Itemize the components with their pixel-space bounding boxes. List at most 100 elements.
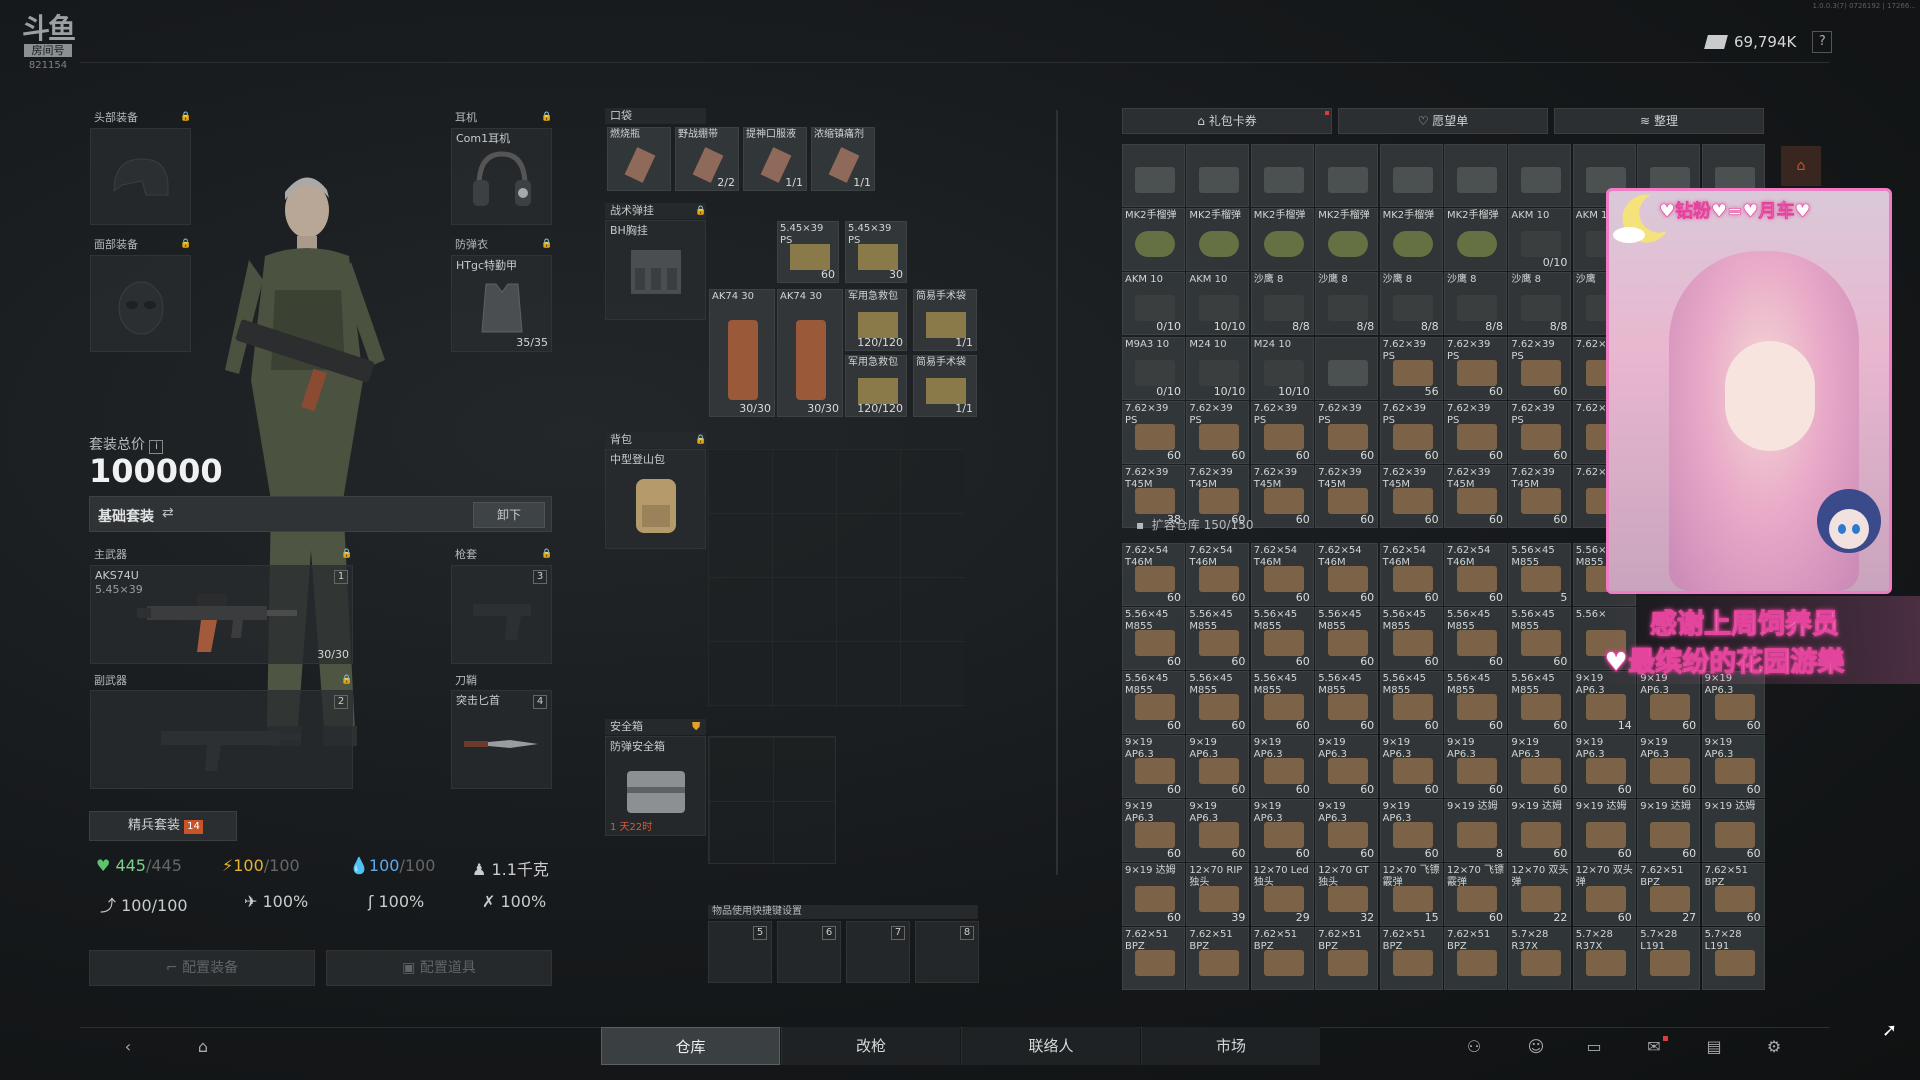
stash-cell[interactable]: 7.62×39 PS 60: [1186, 400, 1250, 464]
stash-cell[interactable]: 12×70 双头 弹 60: [1572, 863, 1636, 926]
backpack-grid[interactable]: [708, 449, 964, 707]
mail-icon[interactable]: ✉: [1642, 1036, 1668, 1058]
rig-cell[interactable]: 军用急救包 120/120: [845, 289, 907, 351]
armor-slot[interactable]: HTgc特勤甲 35/35: [451, 255, 552, 352]
quickbar-slot[interactable]: 8: [915, 921, 979, 983]
stash-cell[interactable]: 7.62×39 PS 60: [1508, 336, 1572, 400]
stash-cell[interactable]: 9×19 AP6.360: [1572, 735, 1636, 798]
stash-cell[interactable]: 7.62×51 BPZ: [1444, 927, 1507, 990]
stash-cell[interactable]: 7.62×54 T46M 60: [1186, 543, 1250, 606]
stash-cell[interactable]: 5.56×45 M855 60: [1122, 671, 1185, 734]
headset-slot[interactable]: Com1耳机: [451, 128, 552, 225]
stash-cell[interactable]: 5.56×45 M855 60: [1250, 607, 1314, 670]
home-icon[interactable]: ⌂: [191, 1036, 215, 1058]
stash-cell[interactable]: 5.7×28 L191: [1701, 927, 1765, 990]
stash-cell[interactable]: [1508, 144, 1572, 207]
stash-cell[interactable]: 7.62×54 T46M 60: [1379, 543, 1443, 606]
melee-slot[interactable]: 突击匕首 4: [451, 690, 552, 789]
stash-cell[interactable]: MK2手榴弹: [1315, 208, 1379, 272]
stash-cell[interactable]: 7.62×51 BPZ: [1315, 927, 1379, 990]
stash-cell[interactable]: 9×19 AP6.360: [1508, 735, 1572, 798]
stash-cell[interactable]: 7.62×51 BPZ: [1379, 927, 1443, 990]
nav-tab[interactable]: 改枪: [781, 1027, 960, 1065]
stash-cell[interactable]: MK2手榴弹: [1186, 208, 1250, 272]
gift-card-tab[interactable]: ⌂ 礼包卡券: [1122, 108, 1332, 134]
head-slot[interactable]: [90, 128, 191, 225]
stash-cell[interactable]: 9×19 AP6.360: [1315, 799, 1379, 862]
stash-cell[interactable]: AKM 10 10/10: [1186, 272, 1250, 336]
stash-cell[interactable]: 7.62×39 PS 60: [1444, 336, 1507, 400]
stash-cell[interactable]: MK2手榴弹: [1250, 208, 1314, 272]
friends-icon[interactable]: ⚇: [1462, 1036, 1486, 1058]
rig-slot[interactable]: BH胸挂: [605, 220, 706, 320]
quickbar-slot[interactable]: 5: [708, 921, 772, 983]
kit-selector[interactable]: 基础套装 ⇄ 卸下: [89, 496, 552, 532]
stash-cell[interactable]: 9×19 AP6.360: [1701, 735, 1765, 798]
stash-cell[interactable]: [1315, 144, 1379, 207]
rig-cell[interactable]: 5.45×39 PS 30: [845, 221, 907, 283]
stash-cell[interactable]: 5.56×45 M855 60: [1444, 671, 1507, 734]
pocket-slot[interactable]: 提神口服液 1/1: [743, 127, 807, 191]
stash-cell[interactable]: 9×19 AP6.360: [1186, 799, 1250, 862]
back-arrow-icon[interactable]: ‹: [116, 1036, 140, 1058]
rig-cell[interactable]: 5.45×39 PS 60: [777, 221, 839, 283]
secure-container-slot[interactable]: 防弹安全箱 1 天22时: [605, 736, 706, 836]
stash-cell[interactable]: [1379, 144, 1443, 207]
stash-cell[interactable]: MK2手榴弹: [1122, 208, 1185, 272]
stash-cell[interactable]: 沙鹰 8 8/8: [1379, 272, 1443, 336]
rig-cell[interactable]: 简易手术袋 1/1: [913, 289, 977, 351]
stash-cell[interactable]: AKM 10 0/10: [1508, 208, 1572, 272]
stash-cell[interactable]: MK2手榴弹: [1379, 208, 1443, 272]
notes-icon[interactable]: ▤: [1702, 1036, 1726, 1058]
scrollbar[interactable]: [1056, 110, 1058, 875]
help-button[interactable]: ?: [1812, 31, 1833, 53]
stash-cell[interactable]: [1315, 336, 1379, 400]
stash-cell[interactable]: 9×19 AP6.360: [1444, 735, 1507, 798]
stash-cell[interactable]: 5.56×45 M855 60: [1379, 671, 1443, 734]
stash-cell[interactable]: 5.56×45 M855 60: [1315, 607, 1379, 670]
rig-cell[interactable]: AK74 30 30/30: [777, 289, 843, 417]
stash-cell[interactable]: 9×19 AP6.360: [1122, 799, 1185, 862]
stash-cell[interactable]: [1122, 144, 1185, 207]
stash-cell[interactable]: 沙鹰 8 8/8: [1444, 272, 1507, 336]
stash-cell[interactable]: 5.7×28 R37X: [1508, 927, 1572, 990]
stash-cell[interactable]: 9×19 AP6.360: [1379, 735, 1443, 798]
stash-cell[interactable]: 7.62×39 PS 56: [1379, 336, 1443, 400]
stash-cell[interactable]: 7.62×51 BPZ: [1250, 927, 1314, 990]
profile-icon[interactable]: ☺: [1524, 1036, 1548, 1058]
stash-cell[interactable]: 7.62×51 BPZ: [1122, 927, 1185, 990]
stash-cell[interactable]: M24 10 10/10: [1186, 336, 1250, 400]
holster-slot[interactable]: 3: [451, 565, 552, 664]
stash-cell[interactable]: 7.62×39 PS 60: [1379, 400, 1443, 464]
quickbar-slot[interactable]: 6: [777, 921, 841, 983]
stash-cell[interactable]: 7.62×54 T46M 60: [1315, 543, 1379, 606]
side-panel-button[interactable]: ⌂: [1781, 146, 1821, 186]
stash-cell[interactable]: 5.56×45 M855 60: [1508, 607, 1572, 670]
stash-cell[interactable]: 7.62×39 PS 60: [1122, 400, 1185, 464]
wishlist-tab[interactable]: ♡ 愿望单: [1338, 108, 1548, 134]
stash-cell[interactable]: AKM 10 0/10: [1122, 272, 1185, 336]
stash-cell[interactable]: 5.56×45 M855 5: [1508, 543, 1572, 606]
stash-cell[interactable]: 9×19 AP6.360: [1379, 799, 1443, 862]
stash-cell[interactable]: 9×19 AP6.360: [1250, 735, 1314, 798]
config-items-button[interactable]: ▣ 配置道具: [326, 950, 552, 986]
stash-cell[interactable]: 沙鹰 8 8/8: [1315, 272, 1379, 336]
secondary-weapon-slot[interactable]: 2: [90, 690, 353, 789]
stash-cell[interactable]: 9×19 达姆 60: [1637, 799, 1701, 862]
stash-cell[interactable]: 7.62×54 T46M 60: [1122, 543, 1185, 606]
quickbar-slot[interactable]: 7: [846, 921, 910, 983]
stash-cell[interactable]: 12×70 GT 独头 32: [1315, 863, 1379, 926]
stash-cell[interactable]: 7.62×51 BPZ 60: [1701, 863, 1765, 926]
stash-cell[interactable]: 沙鹰 8 8/8: [1508, 272, 1572, 336]
stash-cell[interactable]: M9A3 10 0/10: [1122, 336, 1185, 400]
stash-cell[interactable]: 7.62×39 PS 60: [1508, 400, 1572, 464]
secure-grid[interactable]: [708, 736, 836, 864]
nav-tab[interactable]: 仓库: [601, 1027, 780, 1065]
stash-cell[interactable]: MK2手榴弹: [1444, 208, 1507, 272]
stash-cell[interactable]: 9×19 达姆 60: [1701, 799, 1765, 862]
unequip-button[interactable]: 卸下: [473, 502, 545, 528]
stash-cell[interactable]: [1186, 144, 1250, 207]
backpack-slot[interactable]: 中型登山包: [605, 449, 706, 549]
stash-cell[interactable]: 9×19 达姆 60: [1122, 863, 1185, 926]
stash-cell[interactable]: M24 10 10/10: [1250, 336, 1314, 400]
